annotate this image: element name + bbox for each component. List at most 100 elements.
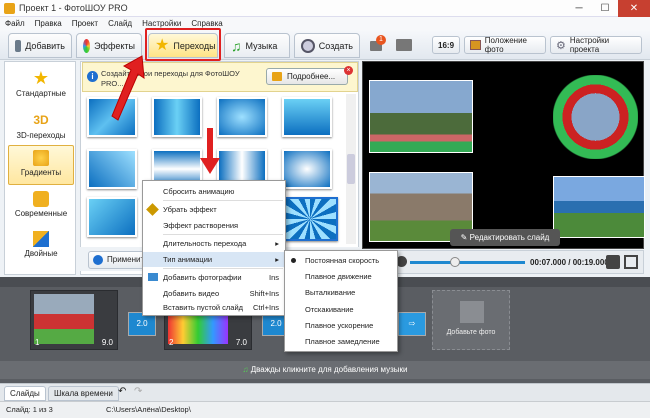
close-icon[interactable]: × — [344, 66, 353, 75]
palette-icon — [83, 38, 91, 53]
tab-timeline[interactable]: Шкала времени — [48, 386, 119, 401]
minimize-button[interactable]: ─ — [566, 0, 592, 17]
fullscreen-icon[interactable] — [624, 255, 638, 269]
tab-slides[interactable]: Слайды — [4, 386, 46, 401]
music-icon: ♫ — [242, 365, 251, 374]
transition-thumb[interactable] — [87, 197, 137, 237]
menu-add-photos[interactable]: Добавить фотографии Ins — [143, 270, 285, 285]
red-arrow-up — [111, 55, 145, 121]
puzzle-icon — [33, 191, 49, 207]
menu-shortcut: Shift+Ins — [249, 289, 279, 298]
redo-icon[interactable]: ↷ — [134, 386, 142, 397]
undo-icon[interactable]: ↶ — [118, 386, 126, 397]
add-photo-label: Добавьте фото — [446, 329, 496, 336]
music-hint: Дважды кликните для добавления музыки — [250, 365, 408, 374]
view-tabs: Слайды Шкала времени ↶ ↷ — [0, 383, 650, 401]
project-settings-button[interactable]: ⚙ Настройки проекта — [550, 36, 642, 54]
tab-music[interactable]: ♫ Музыка — [224, 33, 290, 58]
menu-separator — [163, 268, 283, 269]
context-menu: Сбросить анимацию Убрать эффект Эффект р… — [142, 180, 286, 316]
add-photo-slot[interactable]: Добавьте фото — [432, 290, 510, 350]
submenu-arrow-icon: ▸ — [275, 239, 279, 248]
menu-file[interactable]: Файл — [0, 17, 30, 30]
menu-add-video[interactable]: Добавить видео Shift+Ins — [143, 286, 285, 301]
menu-remove-effect[interactable]: Убрать эффект — [143, 202, 285, 217]
notification-badge: 1 — [376, 35, 386, 45]
edit-slide-button[interactable]: ✎ Редактировать слайд — [450, 229, 560, 246]
playback-slider[interactable] — [410, 261, 525, 264]
transition-thumb[interactable] — [217, 97, 267, 137]
info-icon: i — [87, 71, 98, 82]
tab-add[interactable]: Добавить — [8, 33, 72, 58]
maximize-button[interactable]: ☐ — [592, 0, 618, 17]
submenu-smooth-motion[interactable]: Плавное движение — [285, 269, 397, 284]
slide-1[interactable]: 1 9.0 — [30, 290, 118, 350]
transition-categories: ★ Стандартные 3D 3D-переходы Градиенты С… — [4, 61, 76, 275]
music-track[interactable]: ♫ Дважды кликните для добавления музыки — [0, 361, 650, 379]
category-standard[interactable]: ★ Стандартные — [8, 65, 74, 105]
menu-reset-animation[interactable]: Сбросить анимацию — [143, 184, 285, 199]
notifications-button[interactable]: 1 — [370, 35, 386, 53]
category-3d[interactable]: 3D 3D-переходы — [8, 107, 74, 147]
menu-item-label: Эффект растворения — [163, 221, 239, 230]
transition-thumb[interactable] — [87, 149, 137, 189]
more-button[interactable]: Подробнее... — [266, 68, 348, 85]
tab-music-label: Музыка — [245, 40, 278, 51]
menu-edit[interactable]: Правка — [30, 17, 67, 30]
menu-item-label: Вставить пустой слайд — [163, 303, 244, 312]
menu-separator — [163, 234, 283, 235]
apply-button[interactable]: Применить — [88, 251, 148, 269]
transition-thumb[interactable] — [282, 149, 332, 189]
preview-area — [362, 61, 645, 249]
transition-thumb-selected[interactable] — [282, 197, 338, 241]
menu-item-label: Добавить видео — [163, 289, 220, 298]
playback-slider-knob[interactable] — [450, 257, 460, 267]
gallery-icon[interactable] — [396, 39, 412, 51]
submenu-ease-out[interactable]: Плавное замедление — [285, 334, 397, 349]
category-modern-label: Современные — [14, 209, 68, 218]
transition-3[interactable]: ⇨ — [398, 312, 426, 336]
camera-icon[interactable] — [606, 255, 620, 269]
category-gradients[interactable]: Градиенты — [8, 145, 74, 185]
submenu-ease-in[interactable]: Плавное ускорение — [285, 318, 397, 333]
scrollbar-thumb[interactable] — [347, 154, 355, 184]
submenu-item-label: Постоянная скорость — [305, 256, 380, 265]
gear-icon: ⚙ — [556, 39, 566, 52]
menu-shortcut: Ctrl+Ins — [252, 303, 279, 312]
tab-add-label: Добавить — [25, 40, 65, 51]
category-modern[interactable]: Современные — [8, 187, 74, 227]
submenu-item-label: Плавное движение — [305, 272, 372, 281]
menu-shortcut: Ins — [268, 273, 279, 282]
menu-slide[interactable]: Слайд — [103, 17, 137, 30]
submenu-constant-speed[interactable]: Постоянная скорость — [285, 253, 397, 268]
tab-create[interactable]: Создать — [294, 33, 360, 58]
project-settings-label: Настройки проекта — [569, 36, 610, 54]
submenu-item-label: Выталкивание — [305, 288, 356, 297]
menu-item-label: Длительность перехода — [163, 239, 247, 248]
submenu-item-label: Плавное ускорение — [305, 321, 374, 330]
add-icon — [15, 39, 22, 52]
submenu-bounce[interactable]: Отскакивание — [285, 302, 397, 317]
menu-bar: Файл Правка Проект Слайд Настройки Справ… — [0, 17, 650, 30]
slide-2-duration: 7.0 — [235, 338, 247, 347]
category-double[interactable]: Двойные — [8, 227, 74, 267]
menu-item-label: Сбросить анимацию — [163, 187, 235, 196]
gallery-scrollbar[interactable] — [346, 94, 356, 244]
close-button[interactable]: ✕ — [618, 0, 650, 17]
more-icon — [272, 72, 282, 81]
transition-thumb[interactable] — [152, 97, 202, 137]
photo-position-button[interactable]: Положение фото — [464, 36, 546, 54]
menu-insert-blank-slide[interactable]: Вставить пустой слайд Ctrl+Ins — [143, 300, 285, 315]
menu-dissolve-effect[interactable]: Эффект растворения — [143, 218, 285, 233]
menu-animation-type[interactable]: Тип анимации ▸ — [143, 252, 285, 267]
aspect-ratio-button[interactable]: 16:9 — [432, 36, 460, 54]
category-3d-label: 3D-переходы — [16, 131, 66, 140]
photo-couple — [553, 75, 638, 159]
transition-thumb[interactable] — [282, 97, 332, 137]
menu-project[interactable]: Проект — [67, 17, 103, 30]
menu-item-label: Убрать эффект — [163, 205, 217, 214]
gradient-icon — [33, 150, 49, 166]
submenu-push[interactable]: Выталкивание — [285, 285, 397, 300]
radio-dot-icon — [291, 258, 296, 263]
menu-transition-duration[interactable]: Длительность перехода ▸ — [143, 236, 285, 251]
